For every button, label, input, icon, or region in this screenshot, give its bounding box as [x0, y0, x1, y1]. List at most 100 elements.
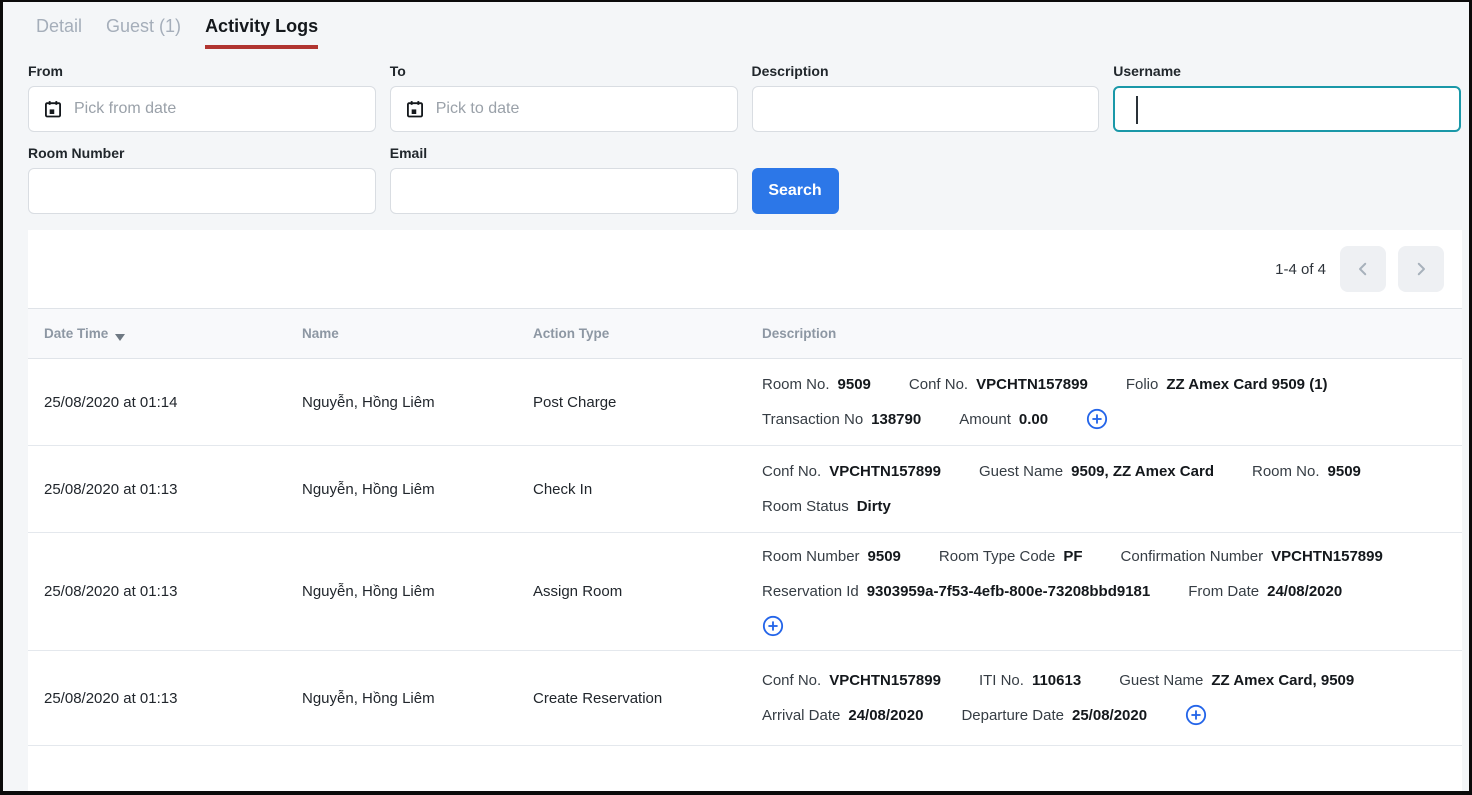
detail-label: Room Number: [762, 548, 860, 565]
detail-label: ITI No.: [979, 672, 1024, 689]
email-input[interactable]: [405, 182, 723, 200]
detail-pair: Reservation Id 9303959a-7f53-4efb-800e-73…: [762, 574, 1150, 609]
calendar-icon: [43, 99, 63, 119]
detail-value: ZZ Amex Card 9509 (1): [1166, 376, 1327, 393]
detail-pair: Room No. 9509: [762, 367, 871, 402]
detail-label: From Date: [1188, 583, 1259, 600]
description-line: Conf No. VPCHTN157899 ITI No. 110613 Guest N…: [762, 663, 1462, 698]
detail-value: VPCHTN157899: [829, 463, 941, 480]
calendar-icon: [405, 99, 425, 119]
detail-pair: Guest NameZZ Amex Card, 9509: [1119, 663, 1354, 698]
detail-label: Amount: [959, 411, 1011, 428]
expand-details-button[interactable]: [1185, 704, 1207, 726]
room-number-input[interactable]: [43, 182, 361, 200]
detail-value: 9509: [868, 548, 901, 565]
expand-details-button[interactable]: [762, 615, 784, 637]
cell-datetime: 25/08/2020 at 01:13: [28, 481, 286, 498]
cell-description: Room No.9509Conf No.VPCHTN157899FolioZZ …: [746, 361, 1462, 443]
to-date-input[interactable]: [436, 100, 723, 118]
detail-label: Room Type Code: [939, 548, 1055, 565]
email-label: Email: [390, 145, 738, 161]
cell-description: Conf No.VPCHTN157899 Guest Name 9509, ZZ A…: [746, 448, 1462, 530]
tab-activity-logs[interactable]: Activity Logs: [205, 16, 318, 49]
pagination-range: 1-4 of 4: [1275, 261, 1326, 278]
expand-details-button[interactable]: [1086, 408, 1108, 430]
cell-action-type: Assign Room: [517, 583, 746, 600]
column-header-datetime[interactable]: Date Time: [28, 326, 286, 341]
username-input[interactable]: [1129, 100, 1445, 118]
detail-value: 110613: [1032, 672, 1081, 689]
from-date-input[interactable]: [74, 100, 361, 118]
tab-detail[interactable]: Detail: [36, 16, 82, 49]
detail-value: 9509: [838, 376, 871, 393]
cell-description: Conf No. VPCHTN157899 ITI No. 110613 Guest N…: [746, 657, 1462, 739]
table-row: 25/08/2020 at 01:13Nguyễn, Hồng LiêmAssi…: [28, 533, 1462, 651]
detail-value: 138790: [871, 411, 921, 428]
search-button[interactable]: Search: [752, 168, 839, 214]
table-body: 25/08/2020 at 01:14 Nguyễn, Hồng Liêm Post…: [28, 359, 1462, 746]
detail-label: Arrival Date: [762, 707, 840, 724]
detail-pair: ITI No. 110613: [979, 663, 1081, 698]
sort-desc-icon: [115, 334, 125, 341]
detail-value: 0.00: [1019, 411, 1048, 428]
detail-value: VPCHTN157899: [829, 672, 941, 689]
cell-name: Nguyễn, Hồng Liêm: [286, 481, 517, 498]
detail-label: Room No.: [762, 376, 830, 393]
detail-label: Departure Date: [961, 707, 1064, 724]
detail-label: Room Status: [762, 498, 849, 515]
detail-value: 9303959a-7f53-4efb-800e-73208bbd9181: [867, 583, 1151, 600]
description-input[interactable]: [767, 100, 1085, 118]
username-inputbox[interactable]: [1113, 86, 1461, 132]
description-line: Conf No.VPCHTN157899 Guest Name 9509, ZZ A…: [762, 454, 1462, 489]
email-inputbox[interactable]: [390, 168, 738, 214]
description-line: Room No.9509Conf No.VPCHTN157899FolioZZ …: [762, 367, 1462, 402]
detail-pair: Transaction No138790: [762, 402, 921, 437]
detail-pair: Conf No.VPCHTN157899: [762, 454, 941, 489]
detail-pair: Room No.9509: [1252, 454, 1361, 489]
column-header-name[interactable]: Name: [286, 326, 517, 341]
detail-value: 24/08/2020: [1267, 583, 1342, 600]
from-date-inputbox[interactable]: [28, 86, 376, 132]
from-date-label: From: [28, 63, 376, 79]
detail-label: Room No.: [1252, 463, 1320, 480]
expand-plus-icon: [1086, 408, 1108, 430]
description-field: Description: [752, 63, 1100, 132]
description-line: Room StatusDirty: [762, 489, 1462, 524]
tab-guest[interactable]: Guest (1): [106, 16, 181, 49]
description-label: Description: [752, 63, 1100, 79]
room-number-field: Room Number: [28, 145, 376, 214]
next-page-button[interactable]: [1398, 246, 1444, 292]
prev-page-button[interactable]: [1340, 246, 1386, 292]
column-header-description[interactable]: Description: [746, 326, 1462, 341]
detail-label: Reservation Id: [762, 583, 859, 600]
description-line: [762, 609, 1462, 644]
column-header-action-type[interactable]: Action Type: [517, 326, 746, 341]
description-line: Transaction No138790 Amount 0.00: [762, 402, 1462, 437]
description-line: Room Number 9509 Room Type Code PF Confirmat…: [762, 539, 1462, 574]
detail-pair: Amount 0.00: [959, 402, 1048, 437]
results-card: 1-4 of 4 Date Time Name Action Type Desc…: [28, 230, 1462, 791]
detail-pair: From Date 24/08/2020: [1188, 574, 1342, 609]
expand-plus-icon: [762, 615, 784, 637]
to-date-inputbox[interactable]: [390, 86, 738, 132]
cell-description: Room Number 9509 Room Type Code PF Confirmat…: [746, 533, 1462, 650]
cell-action-type: Post Charge: [517, 394, 746, 411]
detail-value: 9509, ZZ Amex Card: [1071, 463, 1214, 480]
detail-label: Guest Name: [979, 463, 1063, 480]
detail-label: Folio: [1126, 376, 1159, 393]
detail-pair: Folio ZZ Amex Card 9509 (1): [1126, 367, 1328, 402]
room-number-inputbox[interactable]: [28, 168, 376, 214]
detail-label: Conf No.: [762, 672, 821, 689]
description-inputbox[interactable]: [752, 86, 1100, 132]
room-number-label: Room Number: [28, 145, 376, 161]
email-field: Email: [390, 145, 738, 214]
detail-value: PF: [1063, 548, 1082, 565]
table-row: 25/08/2020 at 01:13Nguyễn, Hồng LiêmChec…: [28, 446, 1462, 533]
cell-datetime: 25/08/2020 at 01:14: [28, 394, 286, 411]
pagination-bar: 1-4 of 4: [28, 230, 1462, 309]
detail-pair: Departure Date25/08/2020: [961, 698, 1147, 733]
detail-pair: Confirmation NumberVPCHTN157899: [1121, 539, 1383, 574]
to-date-label: To: [390, 63, 738, 79]
table-row: 25/08/2020 at 01:14Nguyễn, Hồng LiêmPost…: [28, 359, 1462, 446]
cell-action-type: Create Reservation: [517, 690, 746, 707]
